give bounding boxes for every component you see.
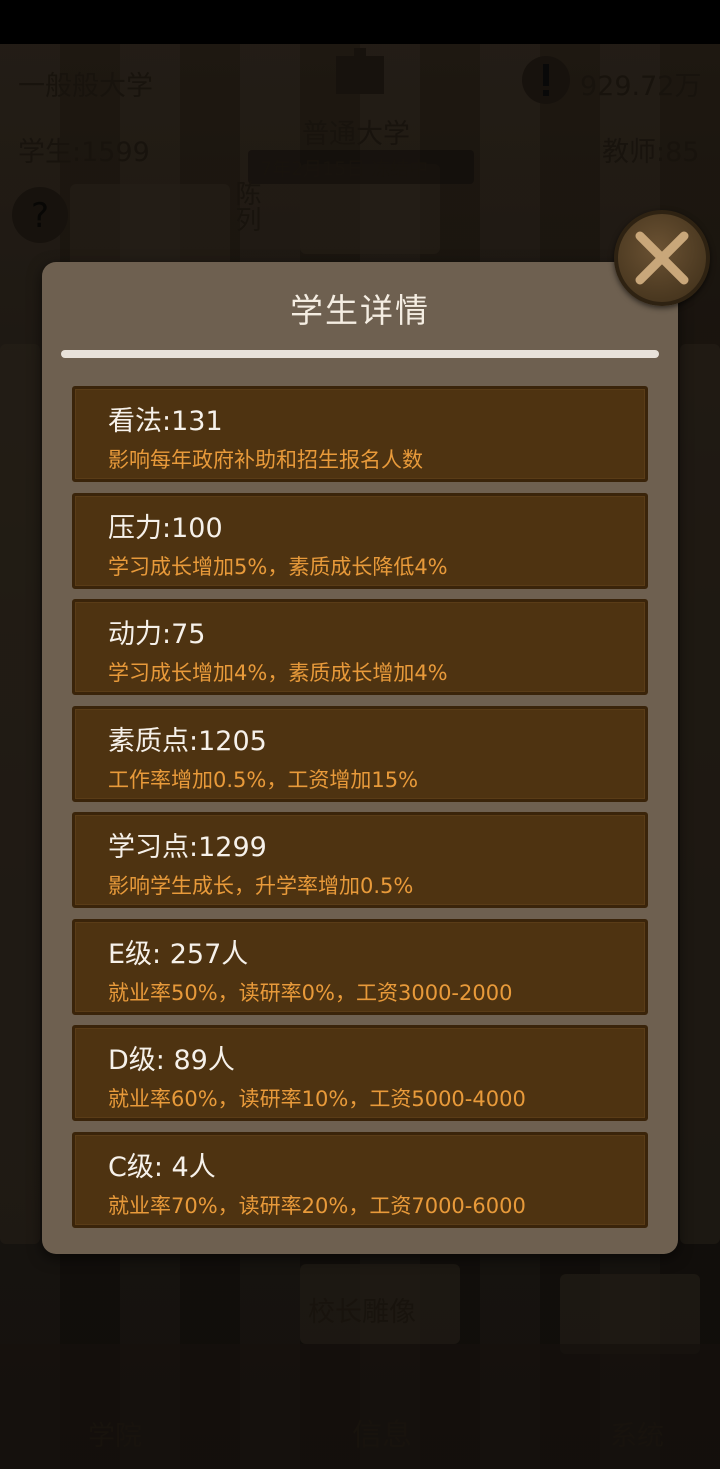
row-title: D级: 89人 xyxy=(108,1045,235,1076)
detail-row-motivation: 动力:75 学习成长增加4%，素质成长增加4% xyxy=(72,599,648,695)
row-desc: 学习成长增加4%，素质成长增加4% xyxy=(108,661,448,685)
row-desc: 就业率50%，读研率0%，工资3000-2000 xyxy=(108,981,513,1005)
row-desc: 就业率60%，读研率10%，工资5000-4000 xyxy=(108,1087,526,1111)
row-desc: 影响每年政府补助和招生报名人数 xyxy=(108,448,423,472)
row-title: 压力:100 xyxy=(108,513,223,544)
detail-row-quality: 素质点:1205 工作率增加0.5%，工资增加15% xyxy=(72,706,648,802)
row-desc: 影响学生成长，升学率增加0.5% xyxy=(108,874,414,898)
row-desc: 工作率增加0.5%，工资增加15% xyxy=(108,768,419,792)
title-divider xyxy=(61,350,659,358)
row-title: E级: 257人 xyxy=(108,939,249,970)
detail-row-opinion: 看法:131 影响每年政府补助和招生报名人数 xyxy=(72,386,648,482)
detail-row-pressure: 压力:100 学习成长增加5%，素质成长降低4% xyxy=(72,493,648,589)
row-title: 学习点:1299 xyxy=(108,832,267,863)
row-title: 素质点:1205 xyxy=(108,726,267,757)
row-title: C级: 4人 xyxy=(108,1152,216,1183)
row-desc: 学习成长增加5%，素质成长降低4% xyxy=(108,555,448,579)
detail-row-grade-e: E级: 257人 就业率50%，读研率0%，工资3000-2000 xyxy=(72,919,648,1015)
dialog-title: 学生详情 xyxy=(290,291,430,330)
detail-row-study: 学习点:1299 影响学生成长，升学率增加0.5% xyxy=(72,812,648,908)
row-title: 看法:131 xyxy=(108,406,223,437)
row-title: 动力:75 xyxy=(108,619,206,650)
detail-row-grade-c: C级: 4人 就业率70%，读研率20%，工资7000-6000 xyxy=(72,1132,648,1228)
row-desc: 就业率70%，读研率20%，工资7000-6000 xyxy=(108,1194,526,1218)
detail-row-grade-d: D级: 89人 就业率60%，读研率10%，工资5000-4000 xyxy=(72,1025,648,1121)
close-x-icon xyxy=(635,231,689,285)
close-button[interactable] xyxy=(614,210,710,306)
